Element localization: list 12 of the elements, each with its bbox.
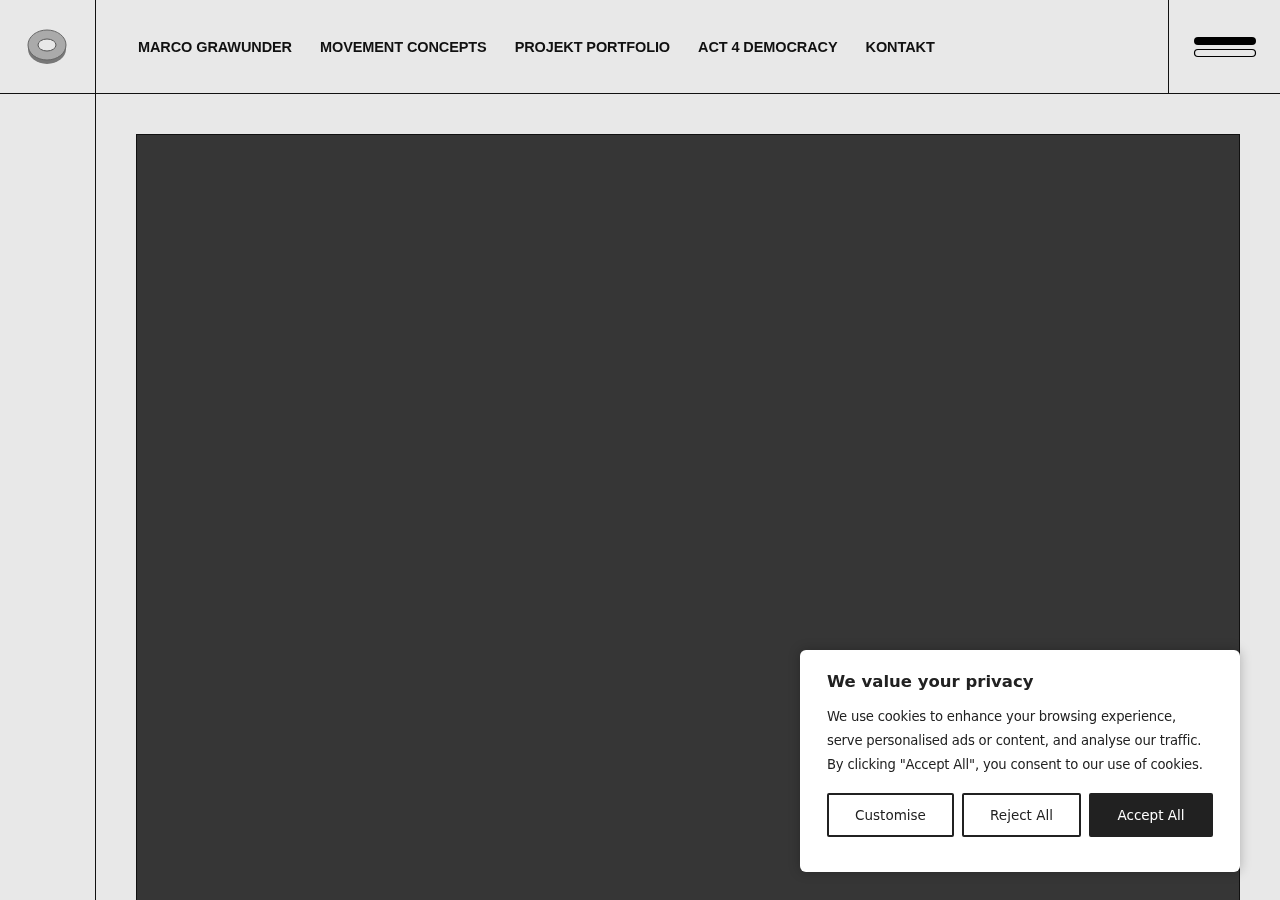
nav-link[interactable]: KONTAKT — [865, 38, 935, 55]
banner-button[interactable]: Customise — [827, 793, 954, 837]
banner-title: We value your privacy — [827, 672, 1035, 691]
nav-link[interactable]: ACT 4 DEMOCRACY — [698, 38, 838, 55]
ring-logo-icon[interactable] — [26, 27, 67, 66]
accept-button[interactable]: Accept All — [1089, 793, 1213, 837]
nav-link[interactable]: PROJEKT PORTFOLIO — [514, 38, 671, 55]
banner-text: We use cookies to enhance your browsing experience, serve personalised ads or content, and analyse our traffic. By clicking "Accept All", you consent to our use of cookies. — [827, 708, 1204, 774]
nav-link[interactable]: MARCO GRAWUNDER — [138, 38, 292, 55]
menu-icon[interactable] — [1192, 34, 1257, 59]
nav-link[interactable]: MOVEMENT CONCEPTS — [319, 38, 487, 55]
banner-button[interactable]: Reject All — [962, 793, 1081, 837]
